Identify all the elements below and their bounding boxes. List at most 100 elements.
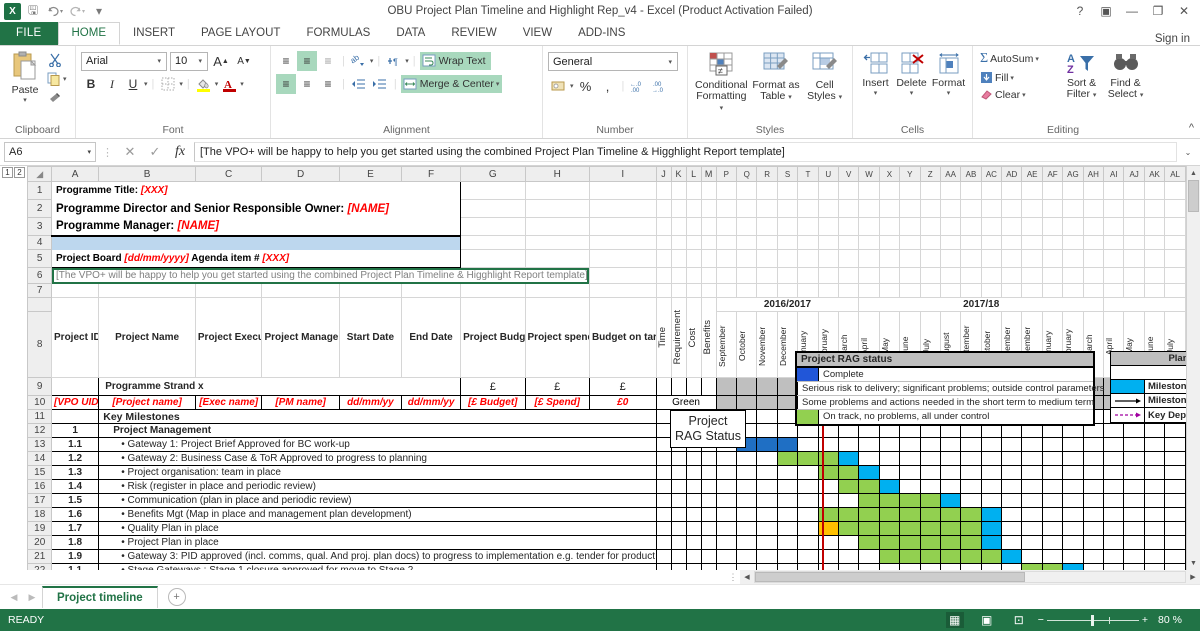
empty-cell[interactable] bbox=[715, 283, 738, 298]
zoom-out-button[interactable]: − bbox=[1038, 614, 1044, 626]
gantt-bar-cell[interactable] bbox=[899, 507, 921, 522]
milestone-rag-cell[interactable] bbox=[655, 423, 672, 438]
confirm-entry-icon[interactable]: ✓ bbox=[144, 142, 166, 162]
empty-cell[interactable] bbox=[1164, 235, 1186, 250]
timeline-cell[interactable] bbox=[837, 549, 860, 564]
empty-cell[interactable] bbox=[756, 235, 778, 250]
timeline-cell[interactable] bbox=[1123, 437, 1145, 452]
timeline-cell[interactable] bbox=[1021, 535, 1043, 550]
column-header-J[interactable]: J bbox=[655, 166, 672, 182]
timeline-cell[interactable] bbox=[1021, 479, 1043, 494]
milestone-rag-cell[interactable] bbox=[700, 479, 717, 494]
empty-cell[interactable] bbox=[736, 181, 758, 200]
autosum-button[interactable]: Σ AutoSum ▾ bbox=[978, 50, 1060, 68]
milestone-rag-cell[interactable] bbox=[670, 563, 687, 570]
empty-cell[interactable] bbox=[1041, 199, 1064, 218]
template-cell-2[interactable]: [Exec name] bbox=[194, 395, 263, 410]
font-family-combo[interactable]: Arial ▾ bbox=[81, 51, 167, 71]
column-header-I[interactable]: I bbox=[588, 166, 657, 182]
empty-cell[interactable] bbox=[878, 235, 901, 250]
empty-cell[interactable] bbox=[1041, 267, 1064, 284]
timeline-cell[interactable] bbox=[1041, 549, 1064, 564]
row-header-4[interactable]: 4 bbox=[27, 235, 53, 250]
find-select-dropdown-icon[interactable]: ▾ bbox=[1140, 92, 1144, 99]
gantt-bar-cell[interactable] bbox=[837, 451, 860, 466]
empty-cell[interactable] bbox=[939, 283, 962, 298]
gantt-bar-cell[interactable] bbox=[980, 507, 1003, 522]
column-header-T[interactable]: T bbox=[797, 166, 819, 182]
empty-cell[interactable] bbox=[460, 249, 526, 268]
column-header-M[interactable]: M bbox=[700, 166, 717, 182]
timeline-cell[interactable] bbox=[878, 437, 901, 452]
timeline-cell[interactable] bbox=[1123, 479, 1145, 494]
milestone-id-13[interactable]: 1.1 bbox=[51, 437, 100, 452]
empty-cell[interactable] bbox=[899, 199, 921, 218]
column-header-L[interactable]: L bbox=[685, 166, 702, 182]
milestone-rag-cell[interactable] bbox=[670, 465, 687, 480]
empty-cell[interactable] bbox=[655, 283, 672, 298]
table-header-2[interactable]: Project Executive bbox=[194, 297, 263, 378]
timeline-cell[interactable] bbox=[1021, 437, 1043, 452]
timeline-cell[interactable] bbox=[1062, 479, 1084, 494]
gantt-bar-cell[interactable] bbox=[858, 507, 880, 522]
empty-cell[interactable] bbox=[858, 267, 880, 284]
row-header-3[interactable]: 3 bbox=[27, 217, 53, 236]
format-cells-dropdown-icon[interactable]: ▾ bbox=[947, 89, 951, 97]
timeline-cell[interactable] bbox=[1062, 451, 1084, 466]
row-header-7[interactable]: 7 bbox=[27, 283, 53, 298]
empty-cell[interactable] bbox=[899, 217, 921, 236]
timeline-cell[interactable] bbox=[960, 451, 982, 466]
empty-cell[interactable] bbox=[685, 267, 702, 284]
empty-cell[interactable] bbox=[715, 267, 738, 284]
cell-styles-dropdown-icon[interactable]: ▾ bbox=[839, 94, 843, 101]
empty-cell[interactable] bbox=[700, 199, 717, 218]
timeline-cell[interactable] bbox=[776, 465, 799, 480]
timeline-cell[interactable] bbox=[960, 437, 982, 452]
orientation-icon[interactable]: ab bbox=[349, 51, 369, 71]
gantt-bar-cell[interactable] bbox=[858, 465, 880, 480]
milestone-rag-cell[interactable] bbox=[670, 507, 687, 522]
select-all-corner[interactable]: ◢ bbox=[27, 166, 53, 182]
gantt-bar-cell[interactable] bbox=[837, 465, 860, 480]
milestone-id-15[interactable]: 1.3 bbox=[51, 465, 100, 480]
column-header-B[interactable]: B bbox=[98, 166, 196, 182]
column-header-AJ[interactable]: AJ bbox=[1123, 166, 1145, 182]
column-header-AD[interactable]: AD bbox=[1001, 166, 1023, 182]
milestone-id-17[interactable]: 1.5 bbox=[51, 493, 100, 508]
align-top-icon[interactable]: ≡ bbox=[276, 51, 296, 71]
spacer-cell[interactable] bbox=[51, 235, 462, 250]
timeline-cell[interactable] bbox=[919, 437, 941, 452]
timeline-cell[interactable] bbox=[715, 563, 738, 570]
formula-input[interactable]: [The VPO+ will be happy to help you get … bbox=[194, 142, 1177, 162]
gantt-bar-cell[interactable] bbox=[858, 535, 880, 550]
number-format-dropdown-icon[interactable]: ▾ bbox=[665, 58, 675, 66]
decrease-decimal-icon[interactable]: .00 →.0 bbox=[650, 76, 670, 96]
milestone-text-13[interactable]: • Gateway 1: Project Brief Approved for … bbox=[98, 437, 657, 452]
template-timeline-cell[interactable] bbox=[756, 395, 778, 410]
empty-cell[interactable] bbox=[1041, 283, 1064, 298]
empty-cell[interactable] bbox=[1021, 235, 1043, 250]
empty-cell[interactable] bbox=[715, 235, 738, 250]
timeline-cell[interactable] bbox=[1164, 535, 1186, 550]
empty-cell[interactable] bbox=[858, 217, 880, 236]
scroll-up-button[interactable]: ▲ bbox=[1187, 166, 1200, 180]
empty-cell[interactable] bbox=[837, 181, 860, 200]
milestone-text-14[interactable]: • Gateway 2: Business Case & ToR Approve… bbox=[98, 451, 657, 466]
column-header-D[interactable]: D bbox=[261, 166, 340, 182]
empty-cell[interactable] bbox=[1123, 235, 1145, 250]
timeline-cell[interactable] bbox=[715, 507, 738, 522]
gantt-bar-cell[interactable] bbox=[858, 479, 880, 494]
empty-cell[interactable] bbox=[194, 283, 263, 298]
empty-cell[interactable] bbox=[588, 249, 657, 268]
timeline-cell[interactable] bbox=[1082, 507, 1105, 522]
timeline-cell[interactable] bbox=[939, 563, 962, 570]
accounting-dropdown-icon[interactable]: ▾ bbox=[570, 82, 574, 90]
empty-cell[interactable] bbox=[588, 283, 657, 298]
table-header-0[interactable]: Project ID bbox=[51, 297, 100, 378]
row-header-22[interactable]: 22 bbox=[27, 563, 53, 570]
gantt-bar-cell[interactable] bbox=[980, 535, 1003, 550]
timeline-cell[interactable] bbox=[715, 521, 738, 536]
row-header-10[interactable]: 10 bbox=[27, 395, 53, 410]
milestone-rag-cell[interactable] bbox=[655, 479, 672, 494]
empty-cell[interactable] bbox=[1062, 283, 1084, 298]
